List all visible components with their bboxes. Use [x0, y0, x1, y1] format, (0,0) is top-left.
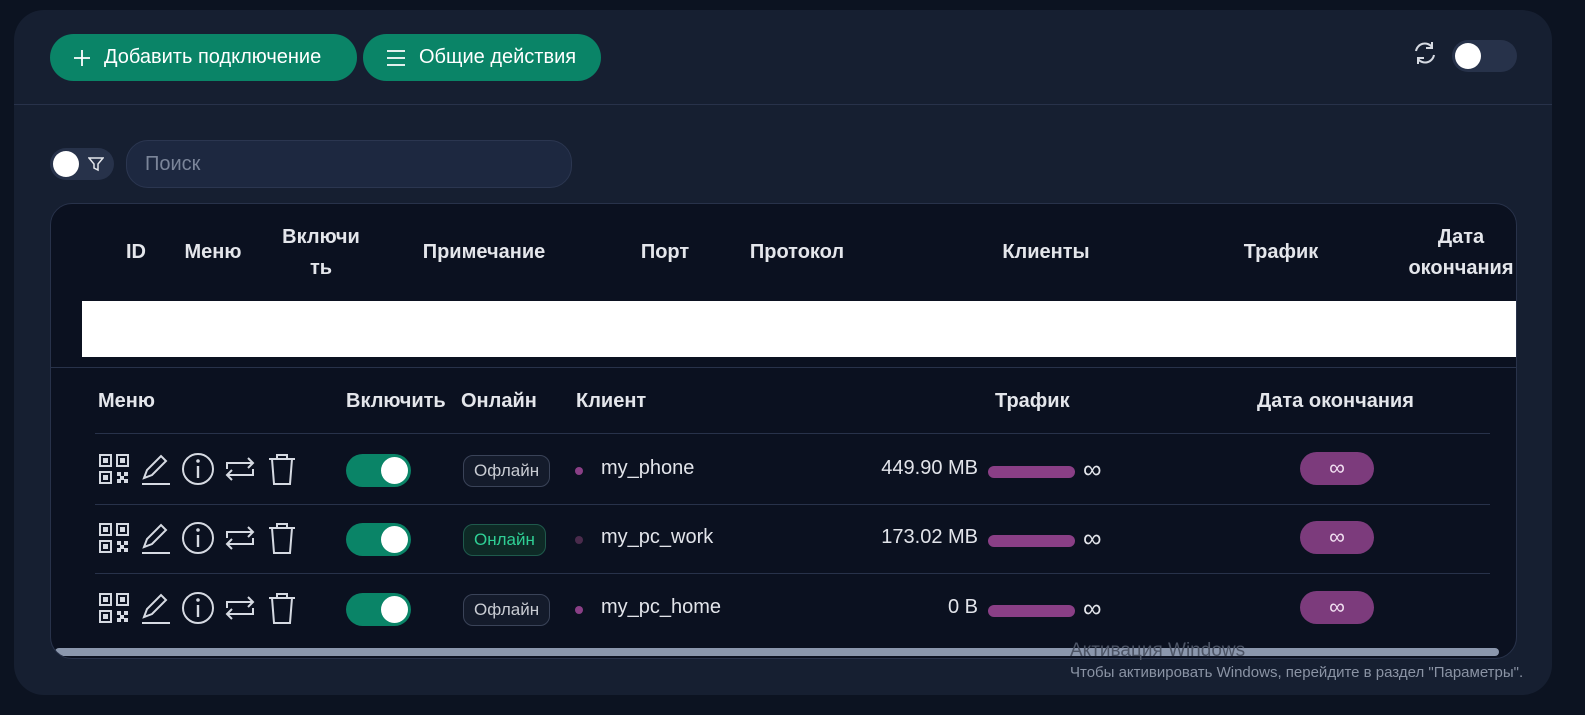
client-name: my_phone [601, 457, 695, 479]
client-enable-toggle[interactable] [346, 523, 411, 556]
reset-icon[interactable] [223, 590, 257, 626]
status-badge: Офлайн [463, 455, 551, 487]
edit-icon[interactable] [139, 520, 173, 556]
client-traffic: 173.02 MB [881, 526, 978, 548]
traffic-progress-bar [988, 466, 1075, 478]
search-input[interactable] [126, 140, 572, 188]
client-actions [97, 590, 299, 626]
toggle-knob [53, 151, 79, 177]
header-menu: Меню [184, 241, 242, 263]
header-port: Порт [640, 241, 690, 263]
qrcode-icon[interactable] [97, 590, 131, 626]
delete-icon[interactable] [265, 520, 299, 556]
info-icon[interactable] [181, 451, 215, 487]
status-dot [575, 467, 583, 475]
client-name: my_pc_home [601, 596, 722, 618]
qrcode-icon[interactable] [97, 451, 131, 487]
header-expiry: Дата окончания [1396, 222, 1516, 284]
plus-icon [74, 49, 90, 66]
traffic-limit: ∞ [1083, 454, 1102, 484]
header-clients: Клиенты [1002, 241, 1090, 263]
client-traffic: 449.90 MB [881, 457, 978, 479]
reload-icon[interactable] [1410, 38, 1440, 68]
inbound-row[interactable] [82, 301, 1516, 357]
client-header-enable: Включить [346, 390, 446, 412]
table-header: ID Меню Включи ть Примечание Порт Проток… [51, 204, 1516, 301]
client-header-client: Клиент [576, 390, 647, 412]
client-enable-toggle[interactable] [346, 593, 411, 626]
client-enable-toggle[interactable] [346, 454, 411, 487]
divider [95, 433, 1490, 434]
client-row: Онлайн my_pc_work 173.02 MB ∞ ∞ [95, 504, 1490, 573]
header-enable: Включи ть [273, 222, 369, 284]
header-enable-line1: Включи [282, 226, 360, 248]
client-row: Офлайн my_phone 449.90 MB ∞ ∞ [95, 435, 1490, 504]
client-row: Офлайн my_pc_home 0 B ∞ ∞ [95, 574, 1490, 643]
client-header-expiry: Дата окончания [1257, 390, 1414, 412]
menu-lines-icon [387, 49, 405, 66]
inbounds-card: Добавить подключение Общие действия ID М… [14, 10, 1552, 695]
edit-icon[interactable] [139, 590, 173, 626]
header-enable-line2: ть [309, 257, 333, 279]
delete-icon[interactable] [265, 590, 299, 626]
toggle-knob [381, 526, 408, 553]
client-actions [97, 520, 299, 556]
general-actions-button[interactable]: Общие действия [363, 34, 601, 81]
traffic-progress-bar [988, 535, 1075, 547]
filter-toggle[interactable] [50, 148, 114, 180]
delete-icon[interactable] [265, 451, 299, 487]
status-dot [575, 536, 583, 544]
edit-icon[interactable] [139, 451, 173, 487]
toolbar: Добавить подключение Общие действия [14, 10, 1552, 105]
client-name: my_pc_work [601, 526, 714, 548]
client-header-menu: Меню [98, 390, 155, 412]
toggle-knob [381, 596, 408, 623]
status-badge: Офлайн [463, 594, 551, 626]
client-header-online: Онлайн [461, 390, 537, 412]
general-actions-label: Общие действия [419, 46, 577, 68]
qrcode-icon[interactable] [97, 520, 131, 556]
expiry-badge[interactable]: ∞ [1300, 521, 1374, 554]
toggle-knob [1455, 43, 1481, 69]
header-expiry-line1: Дата [1437, 226, 1485, 248]
windows-activation-subtitle: Чтобы активировать Windows, перейдите в … [1070, 664, 1524, 681]
info-icon[interactable] [181, 520, 215, 556]
info-icon[interactable] [181, 590, 215, 626]
reset-icon[interactable] [223, 520, 257, 556]
header-protocol: Протокол [749, 241, 845, 263]
reset-icon[interactable] [223, 451, 257, 487]
expiry-badge[interactable]: ∞ [1300, 591, 1374, 624]
windows-activation-title: Активация Windows [1070, 640, 1246, 661]
horizontal-scrollbar[interactable] [55, 648, 1499, 656]
toggle-knob [381, 457, 408, 484]
status-badge: Онлайн [463, 524, 546, 556]
traffic-progress-bar [988, 605, 1075, 617]
header-id: ID [126, 241, 146, 263]
add-connection-button[interactable]: Добавить подключение [50, 34, 357, 81]
filter-icon [88, 157, 104, 172]
status-dot [575, 606, 583, 614]
header-remark: Примечание [422, 241, 546, 263]
traffic-limit: ∞ [1083, 523, 1102, 553]
client-header-traffic: Трафик [995, 390, 1070, 412]
expiry-badge[interactable]: ∞ [1300, 452, 1374, 485]
inbounds-table: ID Меню Включи ть Примечание Порт Проток… [50, 203, 1517, 659]
theme-toggle[interactable] [1452, 40, 1517, 72]
header-traffic: Трафик [1243, 241, 1319, 263]
divider [51, 367, 1516, 368]
add-connection-label: Добавить подключение [104, 46, 322, 68]
client-actions [97, 451, 299, 487]
client-traffic: 0 B [947, 596, 978, 618]
header-expiry-line2: окончания [1408, 257, 1514, 279]
traffic-limit: ∞ [1083, 593, 1102, 623]
